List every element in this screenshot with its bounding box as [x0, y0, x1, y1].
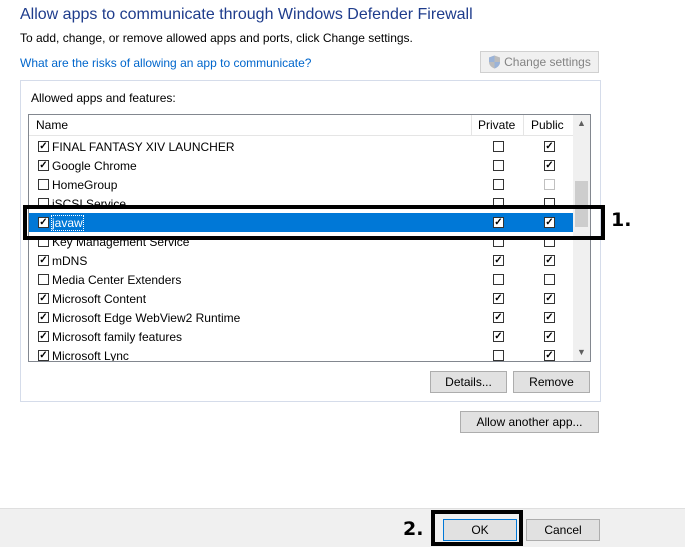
enabled-checkbox[interactable]: ✓ [38, 331, 49, 342]
column-separator[interactable] [471, 115, 472, 135]
cancel-button[interactable]: Cancel [526, 519, 600, 541]
list-header: Name Private Public [29, 115, 574, 136]
change-settings-label: Change settings [504, 55, 591, 69]
enabled-checkbox[interactable]: ✓ [38, 350, 49, 361]
scroll-up-icon[interactable]: ▲ [573, 115, 590, 132]
column-public[interactable]: Public [531, 118, 564, 132]
column-private[interactable]: Private [478, 118, 515, 132]
column-separator[interactable] [523, 115, 524, 135]
list-item[interactable]: ✓ Microsoft Edge WebView2 Runtime ✓ ✓ [29, 308, 574, 327]
uac-shield-icon [489, 55, 501, 69]
public-checkbox[interactable]: ✓ [544, 312, 555, 323]
app-name: Media Center Extenders [52, 273, 182, 287]
details-button[interactable]: Details... [430, 371, 507, 393]
remove-button[interactable]: Remove [513, 371, 590, 393]
private-checkbox[interactable] [493, 160, 504, 171]
callout-box-ok [431, 510, 523, 546]
app-name: Microsoft Content [52, 292, 147, 306]
public-checkbox[interactable]: ✓ [544, 350, 555, 361]
app-name: mDNS [52, 254, 88, 268]
private-checkbox[interactable] [493, 141, 504, 152]
public-checkbox[interactable]: ✓ [544, 331, 555, 342]
list-item[interactable]: ✓ FINAL FANTASY XIV LAUNCHER ✓ [29, 137, 574, 156]
list-item[interactable]: ✓ Microsoft Content ✓ ✓ [29, 289, 574, 308]
allowed-apps-label: Allowed apps and features: [31, 91, 176, 105]
app-name: HomeGroup [52, 178, 118, 192]
enabled-checkbox[interactable]: ✓ [38, 160, 49, 171]
public-checkbox[interactable]: ✓ [544, 293, 555, 304]
enabled-checkbox[interactable] [38, 274, 49, 285]
enabled-checkbox[interactable]: ✓ [38, 141, 49, 152]
app-name: FINAL FANTASY XIV LAUNCHER [52, 140, 235, 154]
change-settings-button[interactable]: Change settings [480, 51, 599, 73]
private-checkbox[interactable] [493, 274, 504, 285]
enabled-checkbox[interactable]: ✓ [38, 255, 49, 266]
public-checkbox[interactable] [544, 274, 555, 285]
list-item[interactable]: ✓ Microsoft family features ✓ ✓ [29, 327, 574, 346]
private-checkbox[interactable]: ✓ [493, 331, 504, 342]
app-name: Google Chrome [52, 159, 137, 173]
enabled-checkbox[interactable]: ✓ [38, 293, 49, 304]
list-item[interactable]: ✓ Google Chrome ✓ [29, 156, 574, 175]
private-checkbox[interactable]: ✓ [493, 293, 504, 304]
page-title: Allow apps to communicate through Window… [20, 6, 473, 23]
allow-another-app-button[interactable]: Allow another app... [460, 411, 599, 433]
public-checkbox[interactable]: ✓ [544, 160, 555, 171]
page-subtitle: To add, change, or remove allowed apps a… [20, 31, 413, 45]
app-name: Microsoft Edge WebView2 Runtime [52, 311, 241, 325]
app-name: Microsoft family features [52, 330, 183, 344]
enabled-checkbox[interactable]: ✓ [38, 312, 49, 323]
risks-link[interactable]: What are the risks of allowing an app to… [20, 56, 311, 70]
list-item[interactable]: ✓ Microsoft Lync ✓ [29, 346, 574, 362]
column-name[interactable]: Name [36, 118, 68, 132]
private-checkbox[interactable]: ✓ [493, 312, 504, 323]
enabled-checkbox[interactable] [38, 179, 49, 190]
list-item[interactable]: ✓ mDNS ✓ ✓ [29, 251, 574, 270]
public-checkbox[interactable]: ✓ [544, 255, 555, 266]
list-item[interactable]: Media Center Extenders [29, 270, 574, 289]
public-checkbox[interactable] [544, 179, 555, 190]
app-name: Microsoft Lync [52, 349, 129, 362]
annotation-step-1: 1. [611, 209, 632, 231]
private-checkbox[interactable]: ✓ [493, 255, 504, 266]
callout-box-javaw [23, 205, 605, 240]
private-checkbox[interactable] [493, 179, 504, 190]
scroll-down-icon[interactable]: ▼ [573, 344, 590, 361]
annotation-step-2: 2. [403, 518, 424, 540]
private-checkbox[interactable] [493, 350, 504, 361]
public-checkbox[interactable]: ✓ [544, 141, 555, 152]
list-item[interactable]: HomeGroup [29, 175, 574, 194]
